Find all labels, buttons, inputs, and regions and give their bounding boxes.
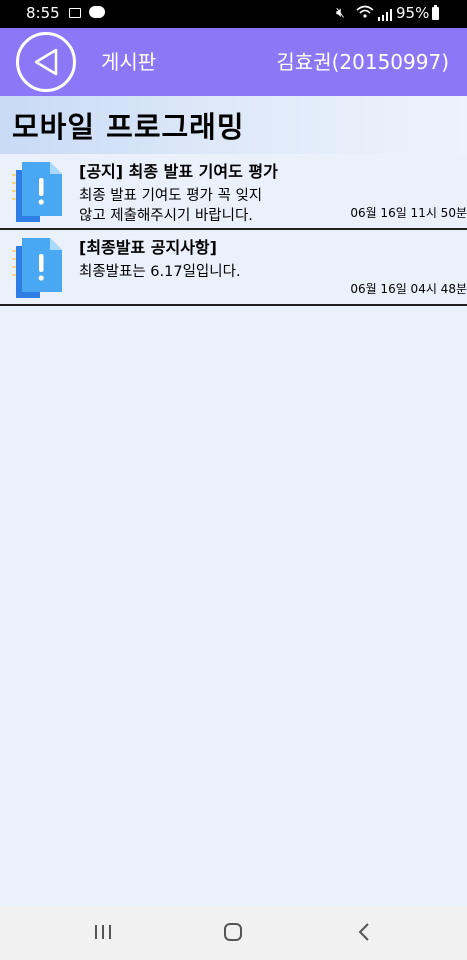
mute-icon: 🔇︎ xyxy=(336,5,345,21)
post-body: 최종 발표 기여도 평가 꼭 잊지 않고 제출해주시기 바랍니다. xyxy=(79,186,349,226)
back-button[interactable] xyxy=(16,32,76,92)
status-bar: 8:55 🔇︎ 95% xyxy=(0,0,467,28)
list-item[interactable]: [공지] 최종 발표 기여도 평가 최종 발표 기여도 평가 꼭 잊지 않고 제… xyxy=(0,154,467,230)
post-body: 최종발표는 6.17일입니다. xyxy=(79,262,349,282)
post-body-line: 최종 발표 기여도 평가 꼭 잊지 xyxy=(79,188,263,204)
status-time: 8:55 xyxy=(26,4,60,22)
post-title: [최종발표 공지사항] xyxy=(79,238,217,257)
talk-icon xyxy=(89,6,105,18)
system-nav-bar xyxy=(0,906,467,960)
post-body-line: 최종발표는 6.17일입니다. xyxy=(79,264,241,280)
list-item[interactable]: [최종발표 공지사항] 최종발표는 6.17일입니다. 06월 16일 04시 … xyxy=(0,230,467,306)
post-body-line: 않고 제출해주시기 바랍니다. xyxy=(79,208,253,224)
back-icon[interactable] xyxy=(356,922,372,942)
app-header: 게시판 김효권(20150997) xyxy=(0,28,467,96)
home-icon[interactable] xyxy=(224,923,242,941)
board-label: 게시판 xyxy=(101,50,157,74)
post-title: [공지] 최종 발표 기여도 평가 xyxy=(79,162,278,181)
signal-icon xyxy=(378,7,392,21)
image-icon xyxy=(69,8,81,18)
wifi-icon xyxy=(356,5,374,23)
post-date: 06월 16일 04시 48분 xyxy=(350,282,467,296)
back-triangle-icon xyxy=(34,48,58,76)
course-band: 모바일 프로그래밍 xyxy=(0,96,467,154)
page-title: 모바일 프로그래밍 xyxy=(12,110,245,144)
post-list: [공지] 최종 발표 기여도 평가 최종 발표 기여도 평가 꼭 잊지 않고 제… xyxy=(0,154,467,306)
recent-apps-icon[interactable] xyxy=(94,924,112,940)
notice-document-icon xyxy=(12,162,62,222)
battery-level: 95% xyxy=(396,4,430,22)
battery-icon xyxy=(432,5,439,20)
notice-document-icon xyxy=(12,238,62,298)
post-date: 06월 16일 11시 50분 xyxy=(350,206,467,220)
user-label: 김효권(20150997) xyxy=(276,50,449,74)
